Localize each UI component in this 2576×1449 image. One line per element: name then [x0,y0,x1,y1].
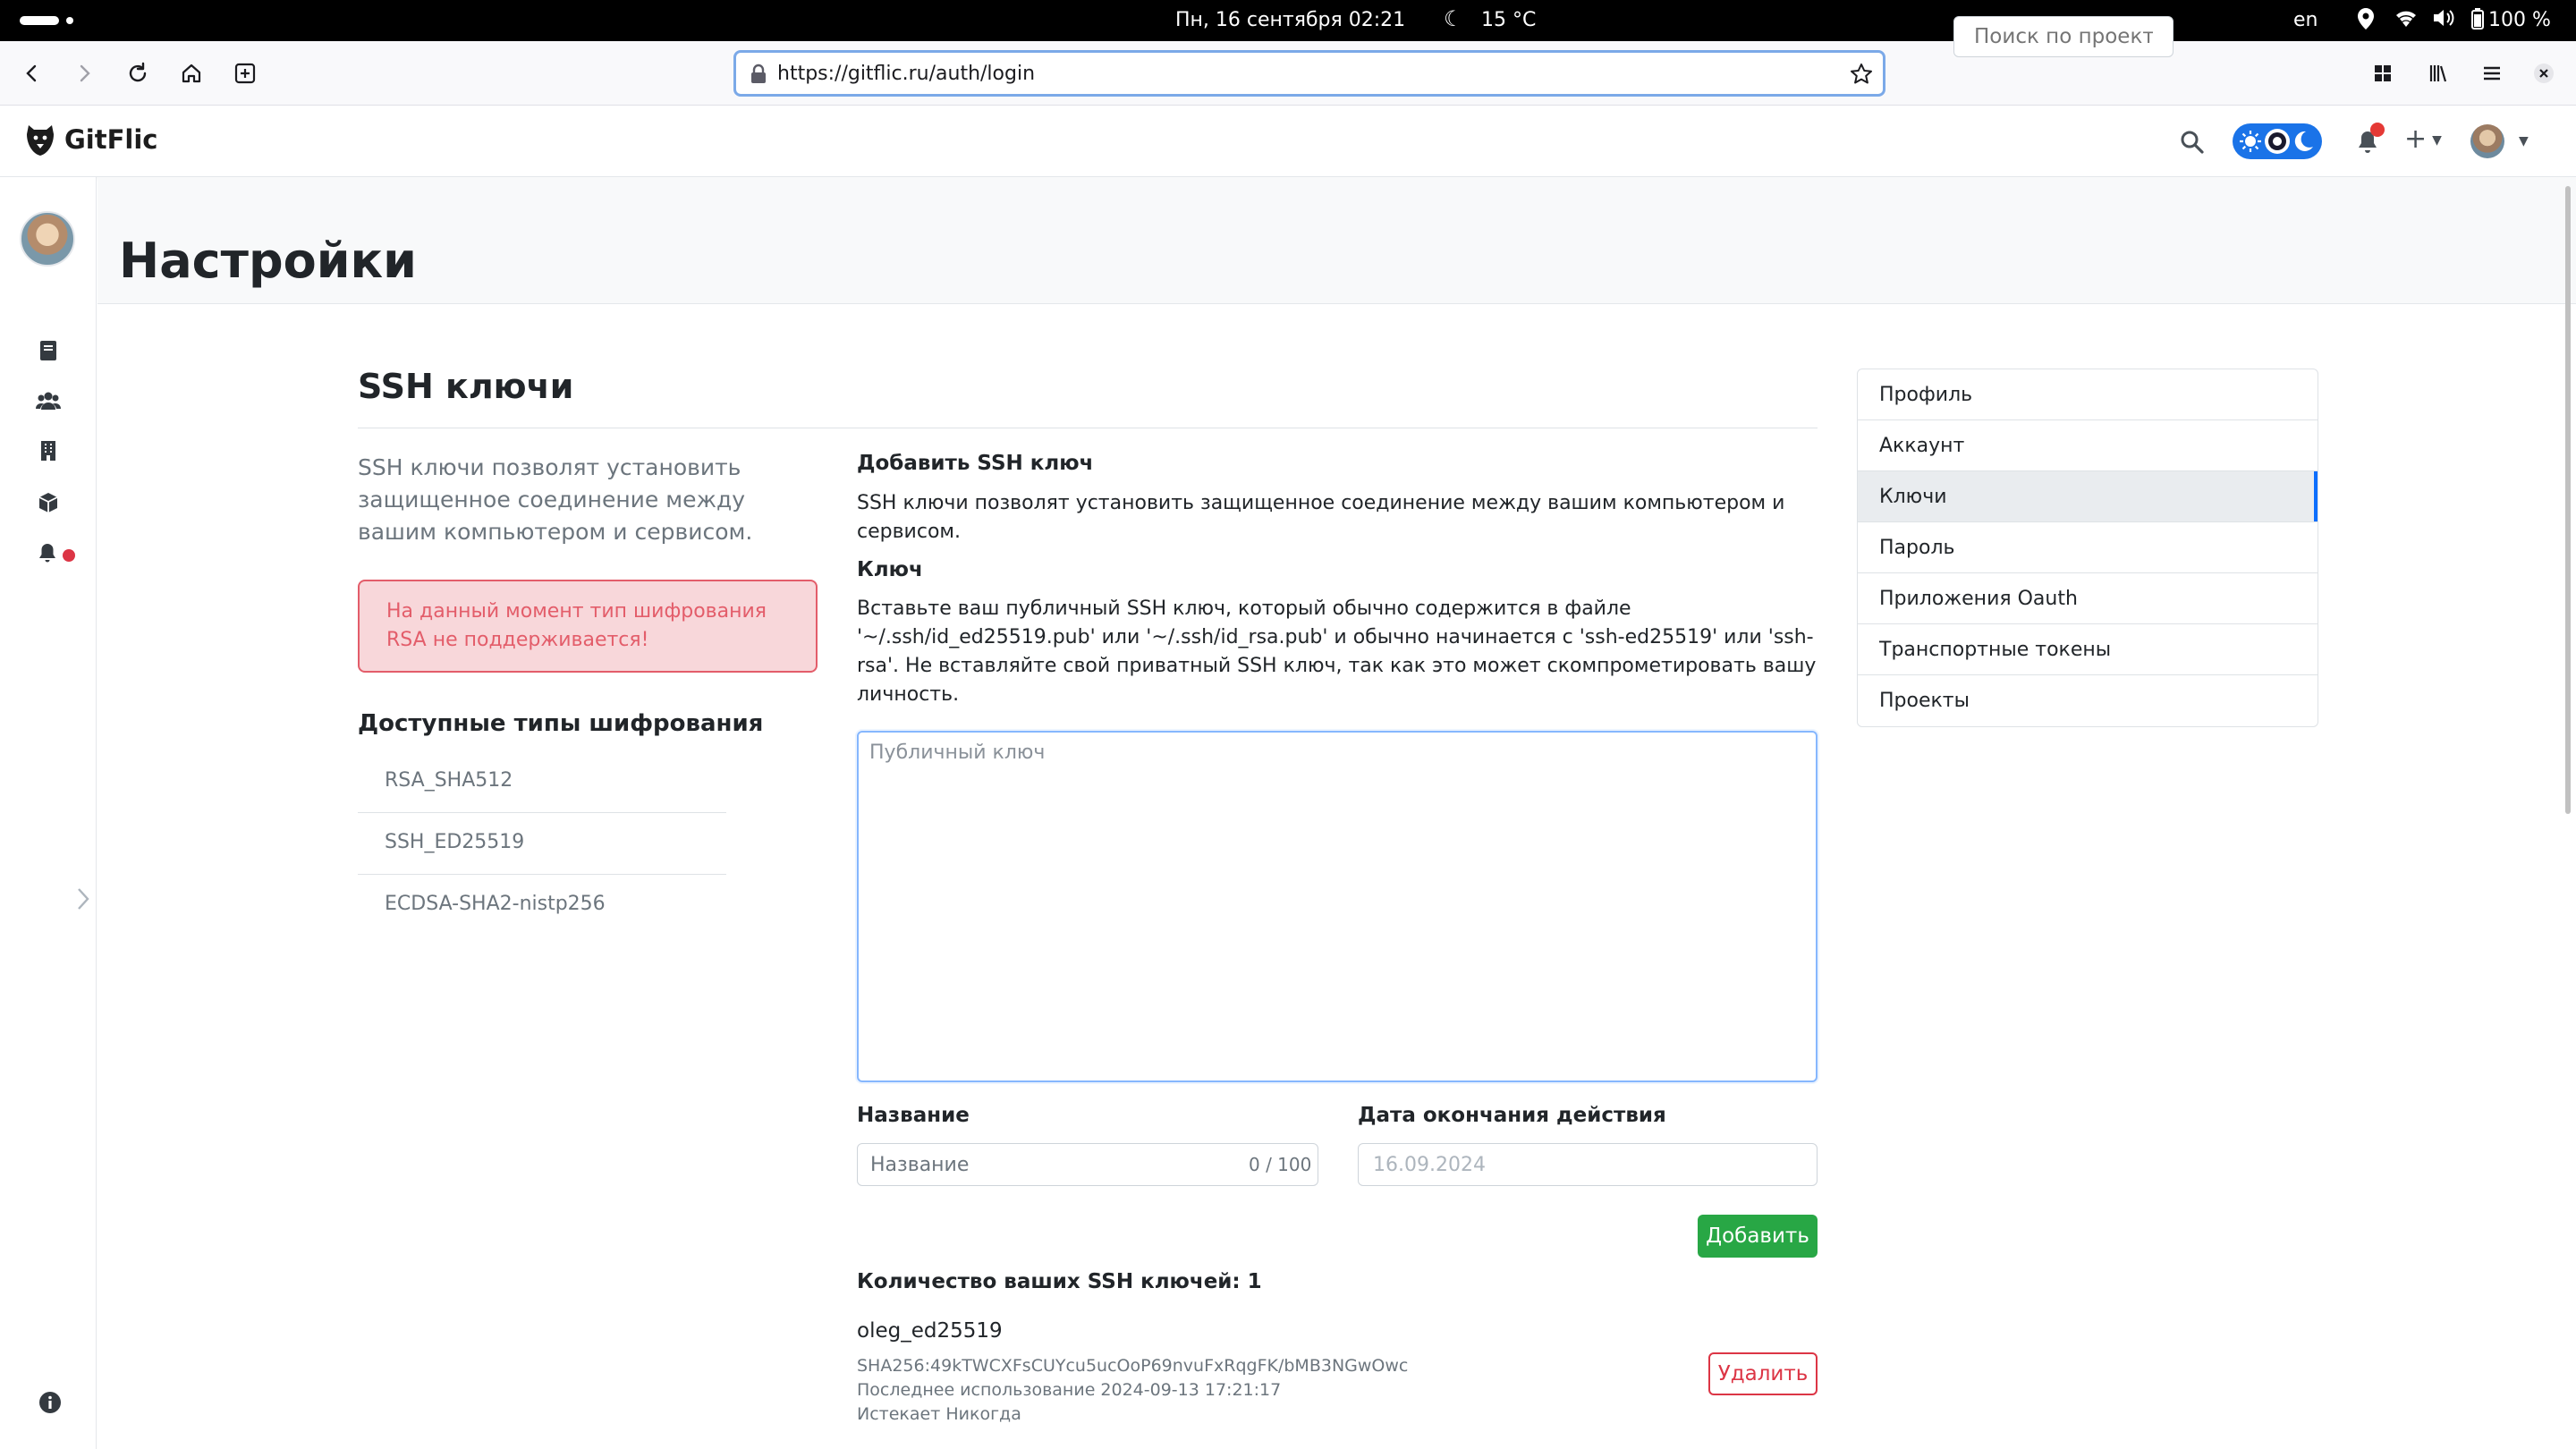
bookmark-star-icon[interactable] [1849,62,1874,87]
encryption-types-list: RSA_SHA512 SSH_ED25519 ECDSA-SHA2-nistp2… [358,751,726,936]
settings-nav-account[interactable]: Аккаунт [1858,420,2318,471]
reload-icon [129,62,147,82]
extensions-button[interactable] [2363,54,2402,93]
new-tab-button[interactable] [225,54,265,93]
bear-logo-icon [27,125,54,156]
add-key-description: SSH ключи позволят установить защищенное… [857,492,1785,543]
back-button[interactable] [13,54,52,93]
profile-avatar[interactable] [20,211,75,267]
sun-icon [2240,131,2261,152]
settings-nav-password[interactable]: Пароль [1858,522,2318,573]
keyboard-layout[interactable]: en [2293,9,2318,31]
list-item: ECDSA-SHA2-nistp256 [385,893,606,915]
settings-nav-oauth-apps[interactable]: Приложения Oauth [1858,573,2318,624]
ssh-key-name: oleg_ed25519 [857,1319,1003,1343]
page-header-band: Настройки [97,177,2576,304]
lock-icon [751,64,766,83]
user-avatar[interactable] [2470,124,2504,158]
name-char-counter: 0 / 100 [1249,1154,1312,1175]
workspace-dot [66,17,73,24]
home-icon [182,64,201,83]
delete-key-button[interactable]: Удалить [1708,1352,1818,1395]
expand-sidebar-chevron-icon[interactable] [73,886,93,912]
project-search-input[interactable] [1953,16,2174,57]
create-new-button[interactable]: + ▼ [2404,123,2442,157]
available-types-title: Доступные типы шифрования [358,710,764,737]
add-key-title: Добавить SSH ключ [857,452,1094,475]
list-item: RSA_SHA512 [358,751,726,813]
settings-nav-profile[interactable]: Профиль [1858,369,2318,420]
home-button[interactable] [172,54,211,93]
package-icon[interactable] [36,490,61,515]
key-field-description: Вставьте ваш публичный SSH ключ, который… [857,597,1817,706]
hamburger-icon [2484,66,2500,80]
notification-badge-dot [63,549,75,562]
ssh-key-expires: Истекает Никогда [857,1404,1021,1424]
keys-count-title: Количество ваших SSH ключей: 1 [857,1270,1262,1293]
ssh-key-last-used: Последнее использование 2024-09-13 17:21… [857,1380,1282,1400]
logo-text: GitFlic [64,124,158,155]
forward-button[interactable] [64,54,104,93]
search-icon[interactable] [2179,129,2206,156]
key-field-label: Ключ [857,558,923,581]
system-clock[interactable]: Пн, 16 сентября 02:21 [1175,9,1405,31]
battery-icon [2470,7,2485,36]
moon-theme-icon [2294,131,2313,151]
rsa-warning-alert: На данный момент тип шифрования RSA не п… [358,580,818,673]
library-icon [2429,65,2447,82]
location-icon [2356,7,2376,36]
plus-square-icon [234,63,256,84]
weather-temp[interactable]: 15 °C [1481,9,1536,31]
info-icon[interactable] [38,1390,63,1415]
settings-nav-transport-tokens[interactable]: Транспортные токены [1858,624,2318,675]
arrow-right-icon [80,64,90,82]
notification-dot [2370,123,2385,137]
grid-icon [2375,65,2391,81]
close-icon [2534,64,2554,83]
settings-nav-keys[interactable]: Ключи [1858,471,2318,522]
chevron-down-icon: ▼ [2432,132,2442,148]
name-field-label: Название [857,1104,970,1127]
settings-nav-projects[interactable]: Проекты [1858,675,2318,726]
users-icon[interactable] [36,388,61,413]
volume-icon [2431,7,2456,34]
menu-button[interactable] [2472,54,2512,93]
left-sidebar [0,177,97,1449]
library-button[interactable] [2419,54,2458,93]
url-text: https://gitflic.ru/auth/login [777,63,1036,85]
moon-icon: ☾ [1444,6,1463,31]
arrow-left-icon [26,64,37,82]
battery-level: 100 % [2488,9,2551,31]
section-title: SSH ключи [358,367,574,406]
bell-icon[interactable] [36,540,61,565]
building-icon[interactable] [36,438,61,463]
list-item: SSH_ED25519 [358,813,726,875]
user-menu-chevron-icon[interactable]: ▼ [2519,134,2529,148]
public-key-textarea[interactable] [857,731,1818,1082]
add-key-button[interactable]: Добавить [1698,1215,1818,1258]
auto-theme-icon [2265,129,2290,154]
ssh-intro-text: SSH ключи позволят установить защищенное… [358,454,753,545]
os-top-bar: Пн, 16 сентября 02:21 ☾ 15 °C en 100 % [0,0,2576,41]
reload-button[interactable] [118,54,157,93]
expiry-date-input[interactable]: 16.09.2024 [1358,1143,1818,1186]
browser-toolbar: https://gitflic.ru/auth/login [0,41,2576,106]
address-bar[interactable]: https://gitflic.ru/auth/login [733,50,1885,97]
theme-toggle[interactable] [2233,123,2322,159]
page-scrollbar[interactable] [2565,186,2571,814]
wifi-icon [2394,7,2419,34]
page-title: Настройки [119,233,418,289]
ssh-key-fingerprint: SHA256:49kTWCXFsCUYcu5ucOoP69nvuFxRqgFK/… [857,1356,1409,1376]
close-window-button[interactable] [2524,54,2563,93]
gitflic-logo[interactable]: GitFlic [23,122,158,157]
plus-icon: + [2404,123,2428,155]
book-icon[interactable] [36,338,61,363]
activities-indicator[interactable] [20,16,59,25]
settings-nav: Профиль Аккаунт Ключи Пароль Приложения … [1857,369,2318,727]
expiry-date-label: Дата окончания действия [1358,1104,1666,1127]
